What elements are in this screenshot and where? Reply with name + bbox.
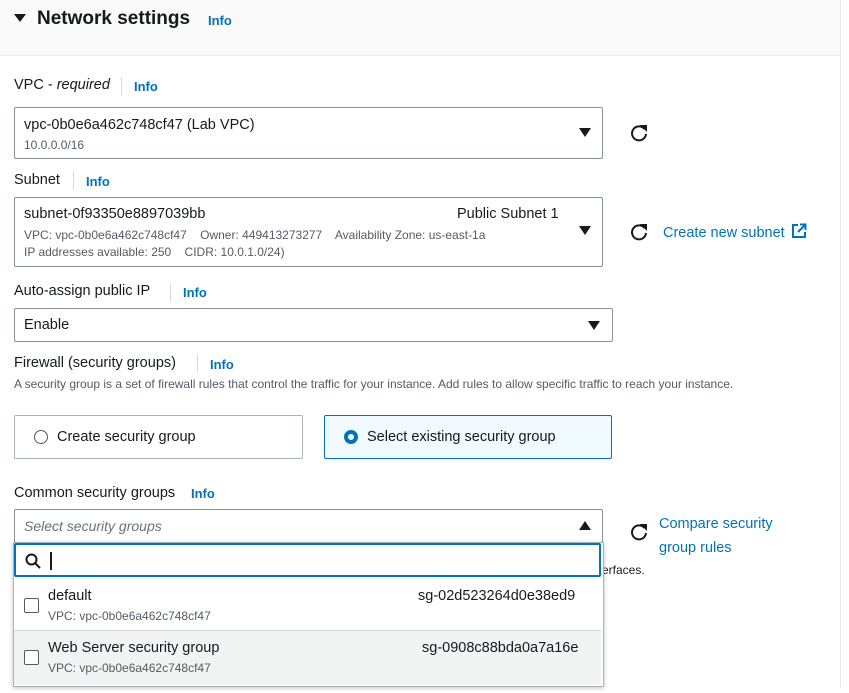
- subnet-select[interactable]: subnet-0f93350e8897039bb Public Subnet 1…: [14, 197, 603, 267]
- external-link-icon: [791, 223, 807, 238]
- public-ip-label: Auto-assign public IP: [14, 283, 151, 299]
- public-ip-value: Enable: [24, 317, 70, 333]
- checkbox[interactable]: [24, 598, 39, 613]
- public-ip-info-link[interactable]: Info: [183, 285, 207, 300]
- text-cursor: [50, 552, 52, 570]
- caret-down-icon: [579, 128, 591, 137]
- caret-down-icon: [588, 321, 600, 330]
- search-icon: [25, 553, 41, 569]
- refresh-icon[interactable]: [628, 122, 650, 144]
- sg-option-name: Web Server security group: [48, 640, 220, 656]
- sg-option-id: sg-0908c88bda0a7a16e: [422, 640, 579, 656]
- common-sg-label: Common security groups: [14, 485, 176, 501]
- list-item[interactable]: default sg-02d523264d0e38ed9 VPC: vpc-0b…: [14, 579, 601, 629]
- public-ip-select[interactable]: Enable: [14, 308, 613, 342]
- dropdown-search-input[interactable]: [14, 543, 601, 577]
- checkbox[interactable]: [24, 650, 39, 665]
- compare-sg-rules-link[interactable]: Compare security group rules: [659, 512, 809, 560]
- divider: [170, 283, 171, 302]
- divider: [197, 354, 198, 373]
- divider: [73, 171, 74, 190]
- firewall-description: A security group is a set of firewall ru…: [14, 377, 734, 391]
- subnet-detail: VPC: vpc-0b0e6a462c748cf47 Owner: 449413…: [24, 228, 486, 242]
- radio-button-selected[interactable]: [344, 430, 358, 444]
- vpc-value: vpc-0b0e6a462c748cf47 (Lab VPC): [24, 117, 255, 133]
- subnet-name: Public Subnet 1: [457, 206, 559, 222]
- obscured-text: erfaces.: [602, 563, 645, 577]
- refresh-icon[interactable]: [628, 521, 650, 543]
- divider: [121, 77, 122, 96]
- select-existing-security-group-option[interactable]: Select existing security group: [324, 415, 612, 459]
- select-existing-security-group-label: Select existing security group: [367, 429, 556, 445]
- create-security-group-label: Create security group: [57, 429, 196, 445]
- firewall-info-link[interactable]: Info: [210, 357, 234, 372]
- vpc-select[interactable]: vpc-0b0e6a462c748cf47 (Lab VPC) 10.0.0.0…: [14, 107, 603, 159]
- sg-option-name: default: [48, 588, 92, 604]
- refresh-icon[interactable]: [628, 221, 650, 243]
- firewall-label: Firewall (security groups): [14, 355, 176, 371]
- security-groups-placeholder: Select security groups: [24, 518, 162, 534]
- sg-option-vpc: VPC: vpc-0b0e6a462c748cf47: [48, 609, 211, 623]
- create-security-group-option[interactable]: Create security group: [14, 415, 303, 459]
- vpc-label: VPC - required: [14, 77, 110, 93]
- vpc-cidr: 10.0.0.0/16: [24, 138, 85, 152]
- collapse-toggle[interactable]: [13, 11, 27, 30]
- section-title: Network settings: [37, 8, 191, 29]
- security-groups-dropdown: default sg-02d523264d0e38ed9 VPC: vpc-0b…: [13, 542, 604, 687]
- create-subnet-link[interactable]: Create new subnet: [663, 223, 807, 241]
- subnet-value: subnet-0f93350e8897039bb: [24, 206, 206, 222]
- caret-down-icon: [579, 226, 591, 235]
- security-groups-select[interactable]: Select security groups: [14, 509, 603, 543]
- caret-up-icon: [579, 521, 591, 530]
- subnet-detail: IP addresses available: 250 CIDR: 10.0.1…: [24, 245, 285, 259]
- vpc-info-link[interactable]: Info: [134, 79, 158, 94]
- common-sg-info-link[interactable]: Info: [191, 486, 215, 501]
- caret-down-icon: [14, 14, 26, 22]
- subnet-info-link[interactable]: Info: [86, 174, 110, 189]
- radio-button[interactable]: [34, 430, 48, 444]
- sg-option-vpc: VPC: vpc-0b0e6a462c748cf47: [48, 661, 211, 675]
- sg-option-id: sg-02d523264d0e38ed9: [418, 588, 576, 604]
- section-info-link[interactable]: Info: [208, 13, 232, 28]
- list-item[interactable]: Web Server security group sg-0908c88bda0…: [14, 630, 601, 685]
- subnet-label: Subnet: [14, 172, 60, 188]
